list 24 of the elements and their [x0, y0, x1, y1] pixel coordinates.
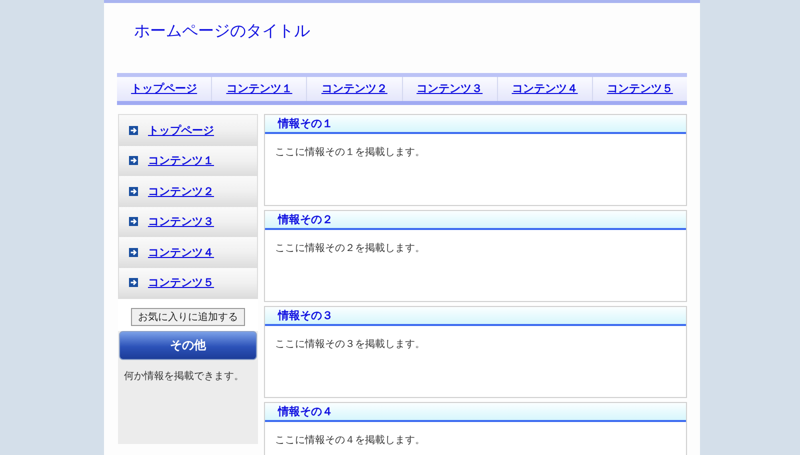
section-text: ここに情報その４を掲載します。 — [274, 434, 426, 448]
arrow-icon — [129, 278, 138, 288]
arrow-icon — [129, 126, 138, 135]
section-heading: 情報その４ — [265, 403, 686, 422]
arrow-icon — [129, 186, 138, 196]
site-title: ホームページのタイトル — [134, 21, 311, 42]
bookmark-button[interactable]: お気に入りに追加する — [131, 308, 245, 326]
section-heading: 情報その１ — [265, 115, 686, 134]
arrow-icon — [129, 217, 138, 226]
section-text: ここに情報その３を掲載します。 — [274, 338, 426, 352]
nav-link[interactable]: コンテンツ４ — [498, 77, 593, 101]
nav-link[interactable]: コンテンツ５ — [592, 77, 688, 101]
arrow-icon — [129, 248, 138, 257]
section-heading: 情報その３ — [265, 307, 686, 326]
nav-link[interactable]: コンテンツ１ — [212, 77, 308, 101]
panel-heading: その他 — [119, 331, 257, 360]
nav-link[interactable]: トップページ — [117, 77, 212, 101]
section-text: ここに情報その２を掲載します。 — [274, 242, 426, 256]
section-text: ここに情報その１を掲載します。 — [274, 146, 426, 160]
nav-link[interactable]: コンテンツ２ — [307, 77, 403, 101]
nav-link[interactable]: コンテンツ３ — [402, 77, 498, 101]
section-heading: 情報その２ — [265, 211, 686, 230]
arrow-icon — [129, 156, 138, 166]
panel-text: 何か情報を掲載できます。 — [123, 370, 245, 384]
